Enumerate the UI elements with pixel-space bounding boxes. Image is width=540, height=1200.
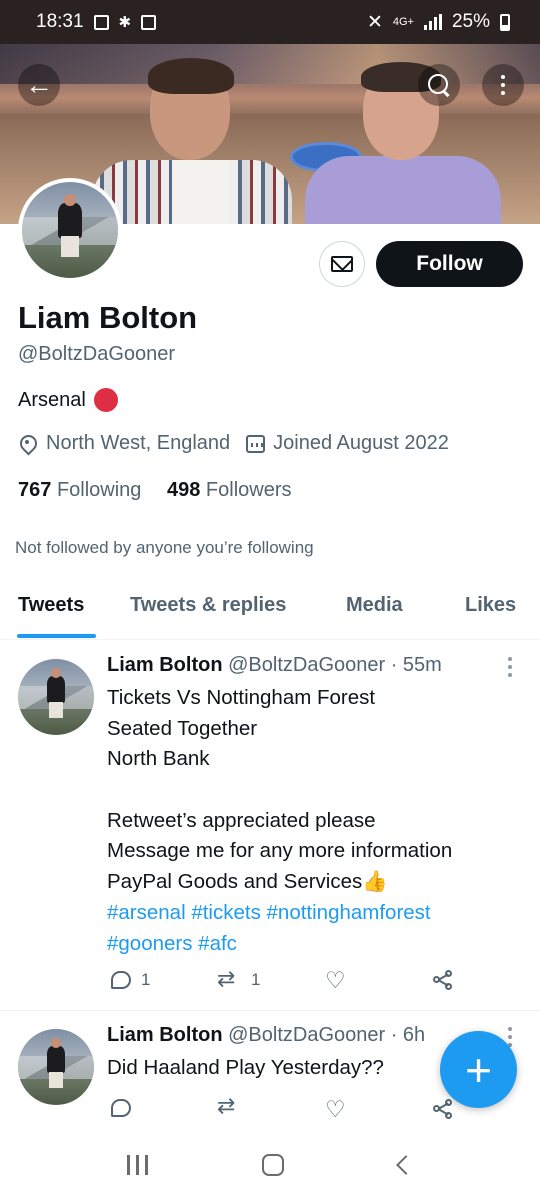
tab-tweets[interactable]: Tweets: [18, 594, 84, 617]
tweet-more-icon[interactable]: [508, 1027, 512, 1047]
gallery-notification-icon: [93, 14, 109, 30]
tweet[interactable]: Liam Bolton @BoltzDaGooner · 55m Tickets…: [0, 641, 540, 1010]
retweet-icon: [217, 966, 241, 992]
followers-label: Followers: [205, 479, 292, 501]
share-icon: [433, 970, 453, 990]
profile-location: North West, England: [46, 432, 231, 454]
retweet-button[interactable]: [217, 1093, 241, 1119]
profile-meta: North West, England Joined August 2022: [18, 432, 449, 455]
battery-percent: 25%: [451, 11, 490, 32]
status-time: 18:31: [36, 11, 84, 32]
share-button[interactable]: [433, 970, 453, 990]
reply-button[interactable]: 1: [111, 970, 150, 990]
follow-counts: 767 Following 498 Followers: [18, 479, 292, 502]
followers-count: 498: [166, 479, 201, 501]
retweet-icon: [217, 1093, 241, 1119]
more-vertical-icon: [501, 75, 505, 95]
tweet-avatar[interactable]: [18, 1029, 94, 1105]
tweet-header: Liam Bolton @BoltzDaGooner · 6h: [107, 1024, 425, 1047]
reply-count: 1: [141, 970, 151, 989]
profile-joined: Joined August 2022: [273, 432, 449, 454]
like-button[interactable]: ♡: [325, 967, 346, 993]
profile-handle: @BoltzDaGooner: [18, 343, 176, 365]
heart-icon: ♡: [325, 967, 346, 993]
retweet-button[interactable]: 1: [217, 966, 261, 992]
profile-tabs: Tweets Tweets & replies Media Likes: [0, 578, 540, 640]
search-icon: [428, 74, 450, 96]
tweet-more-icon[interactable]: [508, 657, 512, 677]
app-notification-icon: [141, 14, 157, 30]
active-tab-indicator: [17, 634, 96, 638]
calendar-icon: [246, 434, 266, 453]
tweet-hashtags[interactable]: #gooners #afc: [107, 929, 527, 960]
recents-icon[interactable]: [127, 1155, 149, 1175]
followers-link[interactable]: 498 Followers: [167, 479, 292, 501]
back-nav-icon[interactable]: [395, 1155, 416, 1175]
tab-tweets-replies[interactable]: Tweets & replies: [130, 594, 286, 617]
reply-icon: [111, 1099, 131, 1117]
system-nav-bar: [0, 1130, 540, 1200]
not-followed-note: Not followed by anyone you’re following: [15, 538, 314, 557]
reply-button[interactable]: [111, 1099, 131, 1117]
follow-button[interactable]: Follow: [376, 241, 523, 287]
share-button[interactable]: [433, 1099, 453, 1119]
tweet-hashtags[interactable]: #arsenal #tickets #nottinghamforest: [107, 898, 527, 929]
tweet-avatar[interactable]: [18, 659, 94, 735]
tweet-line: North Bank: [107, 747, 210, 771]
envelope-icon: [331, 256, 353, 272]
tab-media[interactable]: Media: [346, 594, 403, 617]
tweet-time: · 55m: [390, 654, 442, 676]
signal-icon: [423, 14, 442, 30]
home-icon[interactable]: [262, 1154, 285, 1176]
following-link[interactable]: 767 Following: [18, 479, 141, 501]
profile-bio: Arsenal: [18, 388, 118, 412]
tweet-line: [107, 775, 527, 806]
tweet-text: Tickets Vs Nottingham Forest Seated Toge…: [107, 683, 527, 959]
back-button[interactable]: ←: [18, 64, 60, 106]
location-pin-icon: [18, 434, 36, 454]
tweet-line: Tickets Vs Nottingham Forest: [107, 686, 376, 709]
mute-icon: ✕: [366, 11, 383, 33]
retweet-count: 1: [251, 970, 261, 989]
tweet-actions: 1 1 ♡: [107, 966, 467, 998]
bio-text: Arsenal: [18, 388, 86, 411]
tweet-author: Liam Bolton: [107, 654, 223, 676]
like-button[interactable]: ♡: [325, 1096, 346, 1122]
search-button[interactable]: [418, 64, 460, 106]
following-label: Following: [56, 479, 142, 501]
tweet-handle: @BoltzDaGooner: [228, 1024, 386, 1046]
tweet-line: PayPal Goods and Services👍: [107, 870, 388, 894]
bug-notification-icon: ✱: [118, 14, 132, 31]
share-icon: [433, 1099, 453, 1119]
tab-likes[interactable]: Likes: [465, 594, 516, 617]
tweet-line: Seated Together: [107, 716, 258, 740]
arrow-left-icon: ←: [25, 69, 53, 100]
plus-icon: +: [465, 1043, 492, 1096]
profile-name: Liam Bolton: [18, 300, 198, 335]
banner-person-right: [305, 62, 505, 224]
profile-avatar[interactable]: [18, 178, 122, 282]
banner-person-left: [92, 58, 292, 224]
red-circle-emoji: [93, 388, 118, 412]
tweet-time: · 6h: [390, 1024, 426, 1046]
tweet-line: Message me for any more information: [107, 839, 453, 863]
following-count: 767: [18, 479, 52, 501]
heart-icon: ♡: [325, 1096, 346, 1122]
status-bar: 18:31 ✱ ✕ 4G+ 25%: [0, 0, 540, 44]
tweet-header: Liam Bolton @BoltzDaGooner · 55m: [107, 654, 442, 677]
message-button[interactable]: [319, 241, 365, 287]
battery-icon: [500, 13, 510, 31]
tweet-handle: @BoltzDaGooner: [228, 654, 386, 676]
network-type: 4G+: [392, 16, 414, 28]
more-options-button[interactable]: [482, 64, 524, 106]
tweet-author: Liam Bolton: [107, 1024, 223, 1046]
tweet-actions: ♡: [107, 1093, 467, 1127]
tweet-line: Retweet’s appreciated please: [107, 808, 376, 832]
compose-tweet-button[interactable]: +: [440, 1031, 517, 1108]
reply-icon: [111, 971, 131, 989]
